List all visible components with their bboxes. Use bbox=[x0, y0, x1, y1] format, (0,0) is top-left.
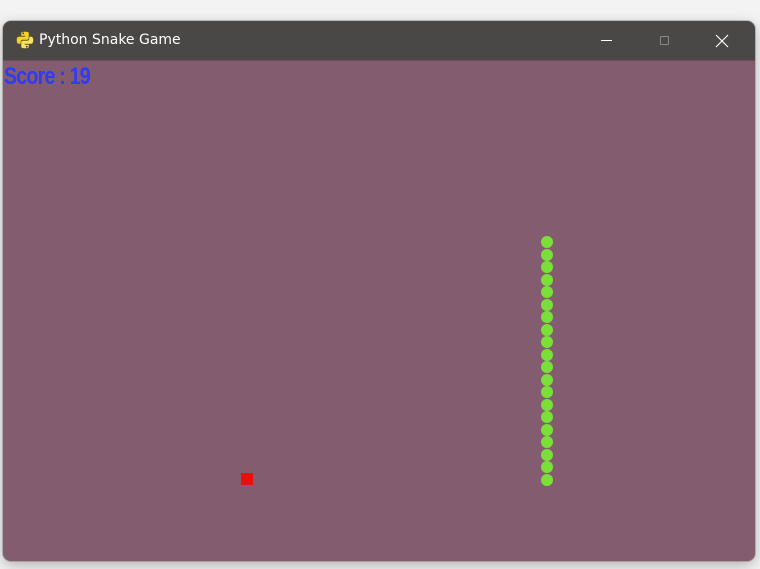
close-icon bbox=[715, 34, 729, 47]
snake-segment bbox=[541, 411, 553, 423]
title-bar[interactable]: Python Snake Game bbox=[3, 21, 755, 60]
app-window: Python Snake Game Score : 19 bbox=[3, 21, 755, 561]
snake-segment bbox=[541, 286, 553, 298]
snake-segment bbox=[541, 473, 553, 486]
snake-segment bbox=[541, 348, 553, 361]
snake-head bbox=[541, 236, 553, 248]
snake-segment bbox=[541, 361, 553, 373]
snake-segment bbox=[541, 298, 553, 311]
snake-segment bbox=[541, 448, 553, 461]
window-title: Python Snake Game bbox=[39, 32, 181, 48]
maximize-button[interactable] bbox=[635, 21, 693, 60]
snake-segment bbox=[541, 461, 553, 473]
snake-segment bbox=[541, 423, 553, 436]
snake bbox=[3, 61, 755, 561]
snake-segment bbox=[541, 311, 553, 323]
snake-segment bbox=[541, 386, 553, 398]
snake-segment bbox=[541, 273, 553, 286]
snake-segment bbox=[541, 373, 553, 386]
snake-segment bbox=[541, 261, 553, 273]
game-canvas[interactable]: Score : 19 bbox=[3, 60, 755, 561]
maximize-icon bbox=[659, 36, 669, 45]
minimize-icon bbox=[600, 40, 612, 41]
python-snake-icon bbox=[16, 31, 34, 49]
snake-segment bbox=[541, 398, 553, 411]
snake-segment bbox=[541, 323, 553, 336]
snake-segment bbox=[541, 436, 553, 448]
minimize-button[interactable] bbox=[577, 21, 635, 60]
snake-segment bbox=[541, 248, 553, 261]
close-button[interactable] bbox=[693, 21, 751, 60]
snake-segment bbox=[541, 336, 553, 348]
